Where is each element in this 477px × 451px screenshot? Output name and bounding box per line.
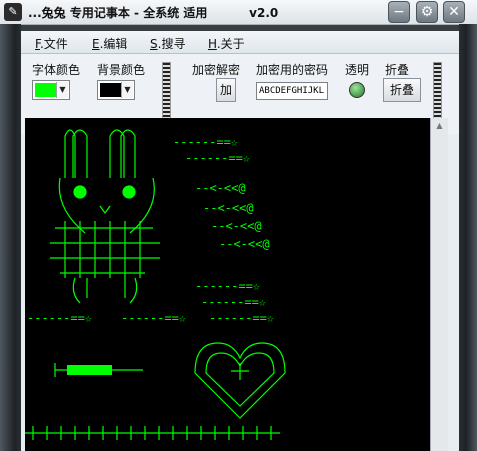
font-color-picker[interactable]: ▼ (32, 80, 70, 100)
title-bar[interactable]: ✎ ...兔兔 专用记事本 - 全系统 适用 v2.0 − ⚙ ✕ (0, 0, 477, 25)
close-button[interactable]: ✕ (443, 1, 465, 23)
menu-file[interactable]: F.文件 (35, 35, 68, 52)
toolbar-grip[interactable] (433, 62, 442, 124)
encrypt-label: 加密解密 (192, 63, 241, 77)
window-title: ...兔兔 专用记事本 - 全系统 适用 v2.0 (28, 6, 279, 20)
bg-color-label: 背景颜色 (97, 63, 146, 77)
app-icon: ✎ (4, 3, 22, 21)
arrow-text: --<-<<@ (195, 181, 246, 195)
arrow-star: ------==☆ (195, 279, 260, 293)
settings-button[interactable]: ⚙ (416, 1, 438, 23)
arrow-text: --<-<<@ (203, 201, 254, 215)
heart-cross (231, 363, 249, 380)
bg-color-swatch (100, 83, 122, 97)
menu-search[interactable]: S.搜寻 (150, 35, 185, 52)
window-frame-right (459, 24, 477, 451)
arrow-star: ------==☆ (185, 151, 250, 165)
window-frame-left (0, 24, 21, 451)
scroll-up-icon[interactable]: ▲ (431, 118, 448, 134)
fold-label: 折叠 (385, 63, 410, 77)
rabbit-ear (109, 129, 125, 178)
menu-about[interactable]: H.关于 (208, 35, 245, 52)
syringe-body (67, 365, 112, 375)
fold-button[interactable]: 折叠 (383, 78, 421, 102)
ascii-art-text: ------==☆ ------==☆ --<-<<@ --<-<<@ --<-… (25, 129, 286, 440)
password-field[interactable]: ABCDEFGHIJKL (256, 82, 328, 100)
font-color-label: 字体颜色 (32, 63, 81, 77)
editor-area[interactable]: ------==☆ ------==☆ --<-<<@ --<-<<@ --<-… (25, 118, 448, 451)
close-icon: ✕ (448, 4, 460, 20)
toolbar-grip[interactable] (162, 62, 171, 124)
arrow-star: ------==☆ (121, 311, 186, 325)
transparent-label: 透明 (345, 63, 370, 77)
rabbit-eye (73, 185, 87, 199)
app-window: ✎ ...兔兔 专用记事本 - 全系统 适用 v2.0 − ⚙ ✕ F.文件 E… (0, 0, 477, 451)
menu-bar: F.文件 E.编辑 S.搜寻 H.关于 (21, 31, 459, 54)
minimize-button[interactable]: − (388, 1, 410, 23)
rabbit-body (50, 227, 160, 274)
main-panel: F.文件 E.编辑 S.搜寻 H.关于 字体颜色 ▼ 背景颜色 ▼ 加密解密 加… (21, 31, 459, 451)
transparent-toggle[interactable] (349, 82, 365, 98)
arrow-star: ------==☆ (27, 311, 92, 325)
rabbit-body (64, 221, 141, 278)
rabbit-legs (72, 277, 138, 304)
encrypt-button[interactable]: 加 (216, 78, 236, 102)
vertical-scrollbar[interactable]: ▲ (430, 118, 448, 451)
arrow-star: ------==☆ (173, 135, 238, 149)
menu-edit[interactable]: E.编辑 (92, 35, 127, 52)
rabbit-nose (99, 205, 111, 215)
minimize-icon: − (393, 4, 405, 20)
chevron-down-icon: ▼ (121, 82, 133, 98)
arrow-text: --<-<<@ (219, 237, 270, 251)
font-color-swatch (35, 83, 57, 97)
rabbit-eye (122, 185, 136, 199)
chevron-down-icon: ▼ (56, 82, 68, 98)
rabbit-ear (120, 129, 136, 178)
password-label: 加密用的密码 (256, 63, 329, 77)
arrow-text: --<-<<@ (211, 219, 262, 233)
arrow-star: ------==☆ (209, 311, 274, 325)
bg-color-picker[interactable]: ▼ (97, 80, 135, 100)
gear-icon: ⚙ (420, 4, 434, 20)
arrow-star: ------==☆ (201, 295, 266, 309)
